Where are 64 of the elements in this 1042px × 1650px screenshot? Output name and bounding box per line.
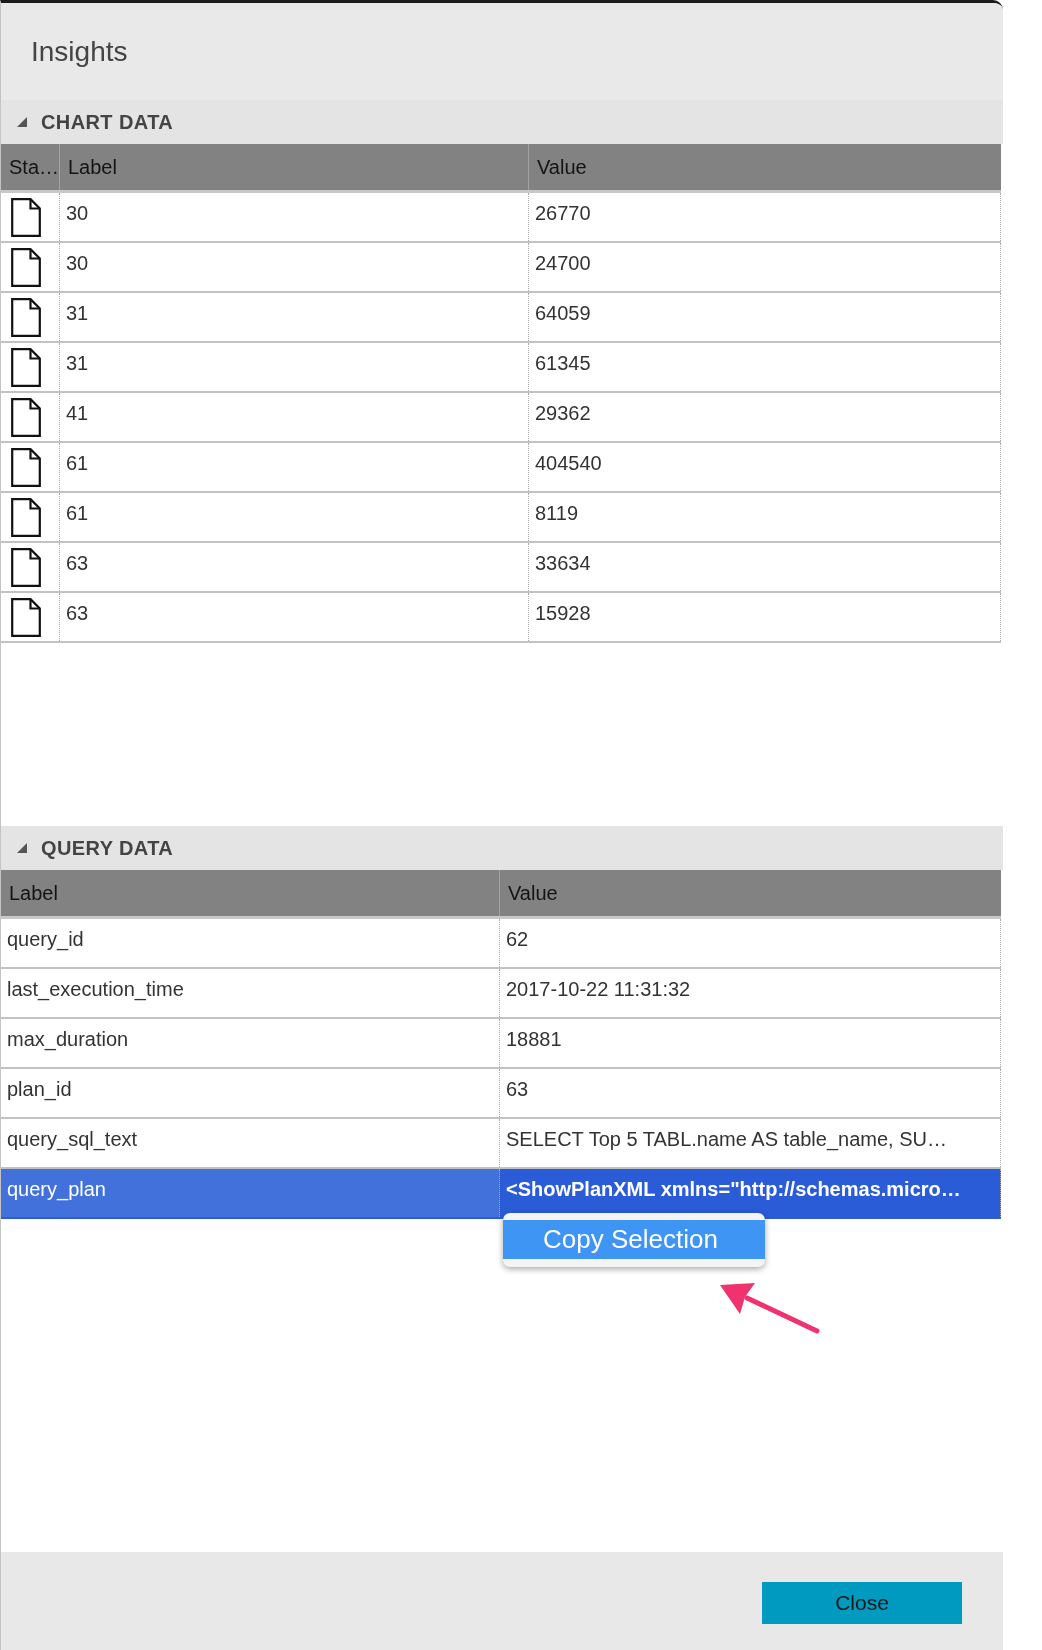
- document-icon: [11, 198, 41, 237]
- table-cell: 33634: [529, 543, 1001, 591]
- table-cell: 26770: [529, 193, 1001, 241]
- table-row[interactable]: max_duration 18881: [1, 1019, 1001, 1069]
- document-icon: [11, 398, 41, 437]
- document-icon: [11, 548, 41, 587]
- table-row[interactable]: plan_id 63: [1, 1069, 1001, 1119]
- table-cell: 61: [60, 493, 529, 541]
- table-cell: 15928: [529, 593, 1001, 641]
- document-icon: [11, 348, 41, 387]
- table-cell: 61345: [529, 343, 1001, 391]
- table-row[interactable]: 41 29362: [1, 393, 1001, 443]
- column-header[interactable]: Sta…: [1, 144, 60, 190]
- table-cell: 24700: [529, 243, 1001, 291]
- table-cell: 18881: [500, 1019, 1001, 1067]
- table-cell: 64059: [529, 293, 1001, 341]
- table-cell: query_sql_text: [1, 1119, 500, 1167]
- table-row[interactable]: 63 33634: [1, 543, 1001, 593]
- disclosure-triangle-icon[interactable]: [17, 843, 27, 853]
- table-row[interactable]: query_sql_text SELECT Top 5 TABL.name AS table_name, SU…: [1, 1119, 1001, 1169]
- document-icon: [11, 598, 41, 637]
- table-cell: last_execution_time: [1, 969, 500, 1017]
- table-row[interactable]: 61 8119: [1, 493, 1001, 543]
- table-cell: max_duration: [1, 1019, 500, 1067]
- table-cell: 2017-10-22 11:31:32: [500, 969, 1001, 1017]
- table-cell: 63: [60, 543, 529, 591]
- table-cell: 30: [60, 243, 529, 291]
- disclosure-triangle-icon[interactable]: [17, 117, 27, 127]
- table-cell: plan_id: [1, 1069, 500, 1117]
- table-cell: 31: [60, 343, 529, 391]
- table-cell: 61: [60, 443, 529, 491]
- document-icon: [11, 298, 41, 337]
- table-row[interactable]: 61 404540: [1, 443, 1001, 493]
- table-cell: <ShowPlanXML xmlns="http://schemas.micro…: [500, 1169, 1001, 1217]
- table-row[interactable]: 30 26770: [1, 193, 1001, 243]
- table-row[interactable]: 31 64059: [1, 293, 1001, 343]
- column-header[interactable]: Value: [529, 144, 1001, 190]
- table-cell: 31: [60, 293, 529, 341]
- table-row[interactable]: 63 15928: [1, 593, 1001, 643]
- section-header[interactable]: CHART DATA: [1, 100, 1003, 144]
- document-icon: [11, 498, 41, 537]
- document-icon: [11, 248, 41, 287]
- table-row[interactable]: query_id 62: [1, 919, 1001, 969]
- table-cell: 29362: [529, 393, 1001, 441]
- close-button[interactable]: Close: [762, 1582, 962, 1624]
- table-cell: query_id: [1, 919, 500, 967]
- table-cell: 63: [60, 593, 529, 641]
- table-row[interactable]: last_execution_time 2017-10-22 11:31:32: [1, 969, 1001, 1019]
- dialog-title: Insights: [31, 35, 128, 68]
- table-row[interactable]: 30 24700: [1, 243, 1001, 293]
- table-cell: 8119: [529, 493, 1001, 541]
- table-cell: 30: [60, 193, 529, 241]
- document-icon: [11, 448, 41, 487]
- table-cell: 62: [500, 919, 1001, 967]
- table-row[interactable]: query_plan <ShowPlanXML xmlns="http://schemas.micro…: [1, 1169, 1001, 1219]
- section-header[interactable]: QUERY DATA: [1, 826, 1003, 870]
- column-header[interactable]: Value: [500, 870, 1001, 916]
- column-header[interactable]: Label: [1, 870, 500, 916]
- table-cell: 404540: [529, 443, 1001, 491]
- table-cell: 63: [500, 1069, 1001, 1117]
- table-cell: SELECT Top 5 TABL.name AS table_name, SU…: [500, 1119, 1001, 1167]
- table-cell: 41: [60, 393, 529, 441]
- column-header[interactable]: Label: [60, 144, 529, 190]
- table-row[interactable]: 31 61345: [1, 343, 1001, 393]
